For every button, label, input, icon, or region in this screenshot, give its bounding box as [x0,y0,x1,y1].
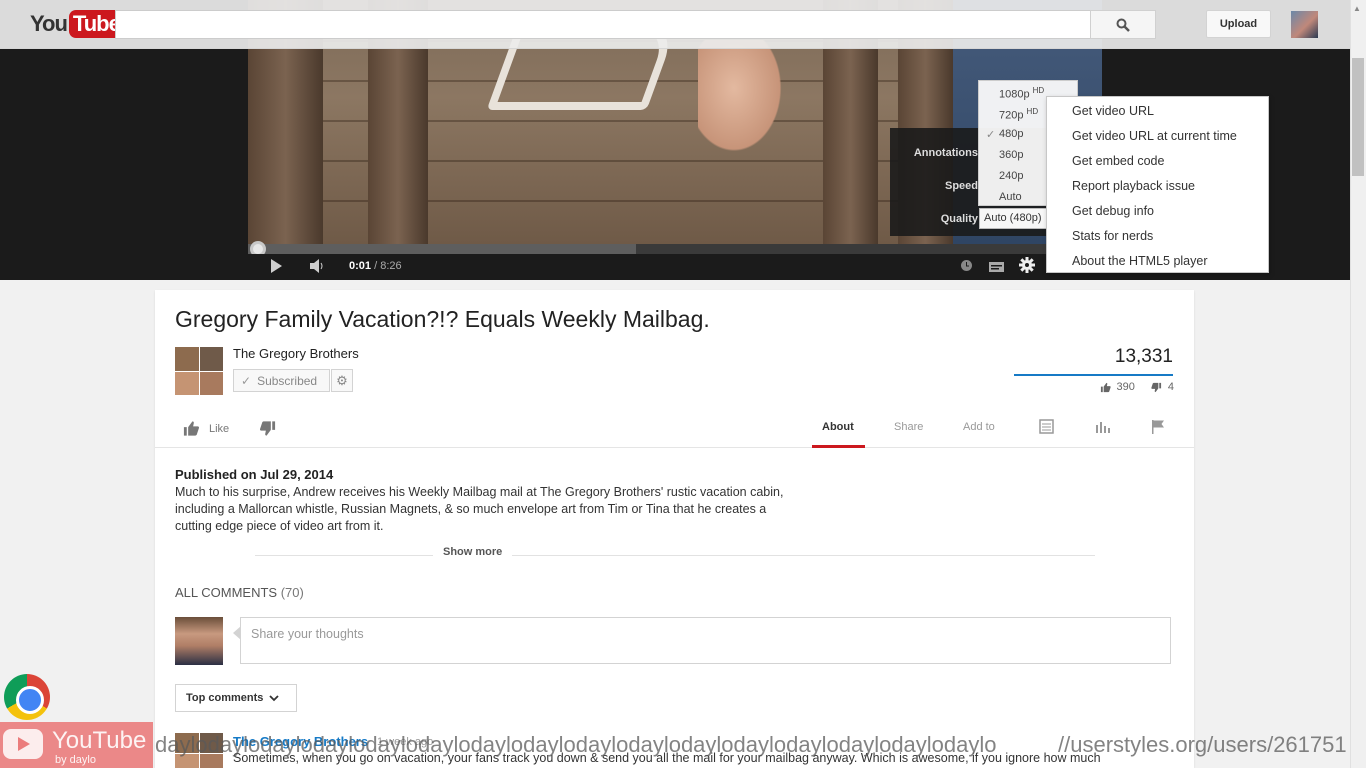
style-badge: YouTube by daylo [0,722,153,768]
show-more-button[interactable]: Show more [433,546,513,558]
quality-label: Quality [940,213,978,225]
video-description: Much to his surprise, Andrew receives hi… [175,485,784,533]
watch-card: Gregory Family Vacation?!? Equals Weekly… [155,290,1194,768]
bar-chart-icon [1096,422,1110,433]
channel-thumbnail[interactable] [175,347,223,395]
like-count: 390 [1116,381,1135,393]
transcript-icon [1039,419,1054,434]
menu-item-stats-for-nerds[interactable]: Stats for nerds [1047,224,1268,249]
publish-date: Published on Jul 29, 2014 [175,467,334,482]
time-display: 0:01 / 8:26 [349,260,402,272]
menu-item-about-html5[interactable]: About the HTML5 player [1047,249,1268,274]
speaker-icon [310,259,323,273]
tab-about[interactable]: About [822,421,854,433]
clock-icon [961,260,972,271]
menu-item-debug-info[interactable]: Get debug info [1047,199,1268,224]
video-title: Gregory Family Vacation?!? Equals Weekly… [175,306,710,332]
action-bar: Like About Share Add to [155,408,1194,448]
search-icon [1116,18,1130,32]
search-button[interactable] [1090,10,1156,39]
tab-share[interactable]: Share [894,421,923,433]
tab-add-to[interactable]: Add to [963,421,995,433]
comments-heading-label: ALL COMMENTS [175,585,278,600]
video-decoration [698,40,788,160]
divider [255,555,1095,556]
settings-button[interactable] [1019,257,1035,276]
subscribe-button[interactable]: ✓ Subscribed [233,369,330,392]
tab-transcript[interactable] [1039,419,1054,437]
gear-icon [1019,257,1035,273]
quality-option-auto[interactable]: Auto [999,191,1022,203]
flag-icon [1152,420,1164,434]
play-icon [3,729,43,759]
check-icon: ✓ [986,129,996,141]
duration: / 8:26 [374,260,402,272]
subscribed-label: Subscribed [257,373,318,388]
gear-icon: ⚙ [336,372,348,388]
active-tab-indicator [812,445,865,448]
scrollbar-thumb[interactable] [1352,58,1364,176]
dislike-count: 4 [1167,381,1174,393]
badge-author: by daylo [55,754,96,766]
quality-option-720p[interactable]: 720p HD [999,107,1038,122]
youtube-logo[interactable]: You Tube [30,10,124,38]
like-dislike-counts: 390 4 [1100,381,1174,393]
masthead: You Tube Upload [0,0,1350,49]
quality-select[interactable]: Auto (480p) [979,208,1049,229]
tab-statistics[interactable] [1095,419,1110,437]
menu-item-get-video-url[interactable]: Get video URL [1047,99,1268,124]
captions-icon [989,262,1004,272]
userstyles-watermark: //userstyles.org/users/261751 [1058,732,1347,757]
view-count: 13,331 [1114,346,1173,367]
logo-you: You [30,11,68,36]
watch-later-button[interactable] [960,259,973,275]
chrome-icon [4,674,50,720]
menu-item-report-playback[interactable]: Report playback issue [1047,174,1268,199]
like-button[interactable]: Like [182,420,229,437]
current-time: 0:01 [349,260,372,272]
subscription-settings-button[interactable]: ⚙ [331,369,353,392]
comment-sort-dropdown[interactable]: Top comments [175,684,297,712]
volume-button[interactable] [309,259,325,276]
play-button[interactable] [268,258,284,277]
scroll-up-arrow[interactable]: ▲ [1353,4,1361,13]
annotations-label: Annotations [913,147,978,159]
check-icon: ✓ [241,373,252,388]
captions-button[interactable] [989,261,1004,275]
thumbs-down-icon [259,421,276,436]
thumbs-up-icon [183,421,200,436]
sort-label: Top comments [186,692,264,704]
thumbs-up-icon [1100,382,1111,392]
search-input[interactable] [115,10,1091,39]
quality-option-1080p[interactable]: 1080p HD [999,86,1044,101]
channel-name[interactable]: The Gregory Brothers [233,346,359,361]
dislike-button[interactable] [259,420,277,440]
comments-count: (70) [280,585,304,600]
comments-heading: ALL COMMENTS (70) [175,585,304,600]
watermark-strip: daylodaylodaylodaylodaylodaylodaylodaylo… [155,732,997,757]
play-icon [271,259,282,273]
upload-button[interactable]: Upload [1206,10,1271,38]
like-label: Like [209,422,230,435]
quality-option-360p[interactable]: 360p [999,149,1023,161]
progress-buffered [248,244,636,254]
chevron-down-icon [269,694,280,701]
badge-title: YouTube [52,727,147,754]
tab-report[interactable] [1151,419,1166,437]
speed-label: Speed [944,180,978,192]
quality-option-240p[interactable]: 240p [999,170,1023,182]
avatar [175,617,223,665]
sentiment-bar [1014,374,1173,376]
menu-item-get-video-url-time[interactable]: Get video URL at current time [1047,124,1268,149]
menu-item-get-embed-code[interactable]: Get embed code [1047,149,1268,174]
thumbs-down-icon [1151,382,1161,392]
account-avatar[interactable] [1291,11,1318,38]
player-context-menu: Get video URL Get video URL at current t… [1046,96,1269,273]
quality-option-480p[interactable]: ✓ 480p [986,128,1023,141]
comment-input[interactable]: Share your thoughts [240,617,1171,664]
